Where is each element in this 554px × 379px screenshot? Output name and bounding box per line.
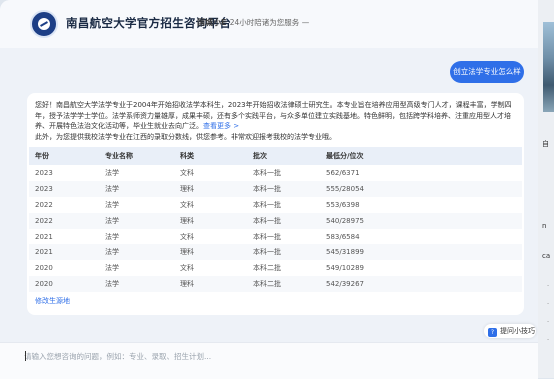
answer-text: 您好！南昌航空大学法学专业于2004年开始招收法学本科生，2023年开始招收法律… [35,100,519,142]
cell-batch: 本科一批 [253,248,281,257]
cell-batch: 本科二批 [253,264,281,273]
table-row: 2023 法学 理科 本科一批 555/28054 [29,180,522,197]
cell-score: 542/39267 [326,280,364,289]
table-row: 2022 法学 文科 本科一批 553/6398 [29,197,522,213]
cell-category: 文科 [180,232,194,241]
cell-year: 2022 [35,216,53,225]
answer-paragraph: 您好！南昌航空大学法学专业于2004年开始招收法学本科生，2023年开始招收法律… [35,101,512,131]
side-divider: - [547,282,550,289]
cell-major: 法学 [105,232,119,241]
chat-panel: 南昌航空大学官方招生咨询平台 国城小E · 24小时陪诸为您服务 — 创立法学专… [0,0,538,379]
table-row: 2023 法学 文科 本科一批 562/6371 [29,165,522,181]
cell-batch: 本科一批 [253,168,281,177]
cell-year: 2021 [35,248,53,257]
cell-score: 583/6584 [326,232,360,241]
cell-score: 549/10289 [326,264,364,273]
chat-header: 南昌航空大学官方招生咨询平台 国城小E · 24小时陪诸为您服务 — [0,0,538,48]
change-source-region-link[interactable]: 修改生源地 [35,296,70,306]
table-row: 2021 法学 理科 本科一批 545/31899 [29,244,522,261]
cell-year: 2022 [35,200,53,209]
service-tagline: · 24小时陪诸为您服务 — [225,18,310,27]
admission-score-table: 年份 专业名称 科类 批次 最低分/位次 2023 法学 文科 本科一批 562… [29,147,522,293]
tips-label: 提问小技巧 [500,327,535,335]
view-more-link[interactable]: 查看更多 > [203,122,239,130]
cell-score: 555/28054 [326,184,364,193]
col-header-major: 专业名称 [105,152,133,160]
cell-batch: 本科一批 [253,184,281,193]
tips-icon: ? [488,328,497,337]
col-header-batch: 批次 [253,152,267,160]
answer-intro: 此外，为您提供我校法学专业在江西的录取分数线，供您参考。非常欢迎报考我校的法学专… [35,132,336,141]
table-row: 2021 法学 文科 本科一批 583/6584 [29,229,522,245]
university-logo [30,10,58,38]
cell-score: 553/6398 [326,200,360,209]
cell-category: 理科 [180,248,194,257]
cell-category: 文科 [180,168,194,177]
cell-batch: 本科二批 [253,280,281,289]
text-caret [25,351,26,361]
assistant-answer-card: 您好！南昌航空大学法学专业于2004年开始招收法学本科生，2023年开始招收法律… [27,93,524,315]
cell-major: 法学 [105,248,119,257]
cell-year: 2023 [35,168,53,177]
cell-major: 法学 [105,200,119,209]
cell-category: 理科 [180,280,194,289]
cell-batch: 本科一批 [253,216,281,225]
cell-major: 法学 [105,264,119,273]
cell-major: 法学 [105,280,119,289]
cell-year: 2020 [35,280,53,289]
cell-major: 法学 [105,216,119,225]
side-divider: - [547,336,550,343]
table-row: 2022 法学 理科 本科一批 540/28975 [29,212,522,229]
cell-batch: 本科一批 [253,232,281,241]
table-row: 2020 法学 文科 本科二批 549/10289 [29,260,522,276]
cell-year: 2020 [35,264,53,273]
col-header-min-score: 最低分/位次 [326,152,364,160]
cell-batch: 本科一批 [253,200,281,209]
table-header-row: 年份 专业名称 科类 批次 最低分/位次 [29,147,522,165]
side-text: 自 [542,140,549,148]
cell-score: 540/28975 [326,216,364,225]
user-message-bubble: 创立法学专业怎么样 [450,61,524,83]
side-text: n [542,222,547,230]
cell-year: 2023 [35,184,53,193]
plane-emblem-icon [38,18,50,30]
cell-category: 理科 [180,184,194,193]
input-area [0,342,538,379]
side-panel [538,0,554,378]
cell-category: 文科 [180,264,194,273]
side-text: ca [542,252,551,260]
cell-category: 文科 [180,200,194,209]
cell-year: 2021 [35,232,53,241]
question-input[interactable] [24,349,504,363]
cell-major: 法学 [105,184,119,193]
assistant-brand: 国城小E [197,18,227,27]
cell-score: 562/6371 [326,168,360,177]
question-tips-button[interactable]: ? 提问小技巧 [484,324,536,338]
table-row: 2020 法学 理科 本科二批 542/39267 [29,276,522,293]
cell-score: 545/31899 [326,248,364,257]
col-header-year: 年份 [35,152,49,160]
col-header-category: 科类 [180,152,194,160]
cell-category: 理科 [180,216,194,225]
cell-major: 法学 [105,168,119,177]
side-divider: - [547,318,550,325]
side-divider: - [547,300,550,307]
campus-photo-thumbnail[interactable] [543,22,554,112]
